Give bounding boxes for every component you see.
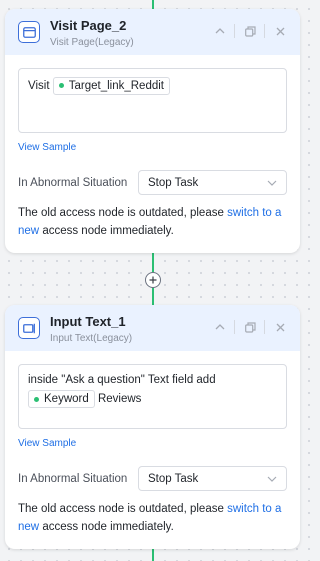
abnormal-situation-label: In Abnormal Situation xyxy=(18,472,128,485)
chevron-down-icon xyxy=(267,476,277,482)
input-text-node-card[interactable]: Input Text_1 Input Text(Legacy) inside "… xyxy=(5,305,300,549)
notice-text-end: access node immediately. xyxy=(42,224,174,237)
variable-tag[interactable]: Target_link_Reddit xyxy=(52,76,170,95)
connector-middle-upper xyxy=(152,253,154,272)
visit-page-node-card[interactable]: Visit Page_2 Visit Page(Legacy) Visit Ta… xyxy=(5,9,300,253)
content-suffix: Reviews xyxy=(97,393,142,406)
content-field[interactable]: inside "Ask a question" Text field add K… xyxy=(18,364,287,429)
abnormal-situation-row: In Abnormal Situation Stop Task xyxy=(18,170,287,195)
content-field[interactable]: Visit Target_link_Reddit xyxy=(18,68,287,133)
variable-tag-label: Keyword xyxy=(44,393,89,405)
chevron-down-icon xyxy=(267,180,277,186)
notice-text-end: access node immediately. xyxy=(42,520,174,533)
header-divider xyxy=(264,320,265,334)
plus-icon xyxy=(149,276,157,284)
close-icon[interactable] xyxy=(272,319,288,335)
abnormal-situation-row: In Abnormal Situation Stop Task xyxy=(18,466,287,491)
outdated-node-notice: The old access node is outdated, please … xyxy=(18,205,287,240)
header-divider xyxy=(234,24,235,38)
variable-tag-label: Target_link_Reddit xyxy=(68,79,164,92)
content-prefix: inside "Ask a question" Text field add xyxy=(28,374,216,386)
view-sample-link[interactable]: View Sample xyxy=(18,438,287,449)
browser-window-icon xyxy=(18,21,40,43)
variable-tag[interactable]: Keyword xyxy=(28,390,95,408)
connector-bottom xyxy=(152,549,154,561)
variable-dot-icon xyxy=(34,396,39,402)
copy-icon[interactable] xyxy=(242,319,258,335)
abnormal-situation-select[interactable]: Stop Task xyxy=(138,466,287,491)
select-value: Stop Task xyxy=(148,176,199,189)
node-header[interactable]: Input Text_1 Input Text(Legacy) xyxy=(5,305,300,351)
add-node-button[interactable] xyxy=(145,272,161,288)
variable-dot-icon xyxy=(58,83,64,89)
node-title: Input Text_1 xyxy=(50,314,126,329)
close-icon[interactable] xyxy=(272,23,288,39)
node-header[interactable]: Visit Page_2 Visit Page(Legacy) xyxy=(5,9,300,55)
abnormal-situation-select[interactable]: Stop Task xyxy=(138,170,287,195)
node-title: Visit Page_2 xyxy=(50,18,127,33)
node-subtitle: Input Text(Legacy) xyxy=(50,333,133,344)
outdated-node-notice: The old access node is outdated, please … xyxy=(18,501,287,536)
header-divider xyxy=(264,24,265,38)
abnormal-situation-label: In Abnormal Situation xyxy=(18,176,128,189)
connector-top xyxy=(152,0,154,9)
connector-middle-lower xyxy=(152,288,154,305)
select-value: Stop Task xyxy=(148,472,199,485)
view-sample-link[interactable]: View Sample xyxy=(18,142,287,153)
text-input-icon xyxy=(18,317,40,339)
collapse-icon[interactable] xyxy=(212,319,228,335)
copy-icon[interactable] xyxy=(242,23,258,39)
header-divider xyxy=(234,320,235,334)
content-prefix: Visit xyxy=(28,80,50,92)
notice-text: The old access node is outdated, please xyxy=(18,503,224,515)
notice-text: The old access node is outdated, please xyxy=(18,207,224,219)
node-subtitle: Visit Page(Legacy) xyxy=(50,37,134,48)
collapse-icon[interactable] xyxy=(212,23,228,39)
